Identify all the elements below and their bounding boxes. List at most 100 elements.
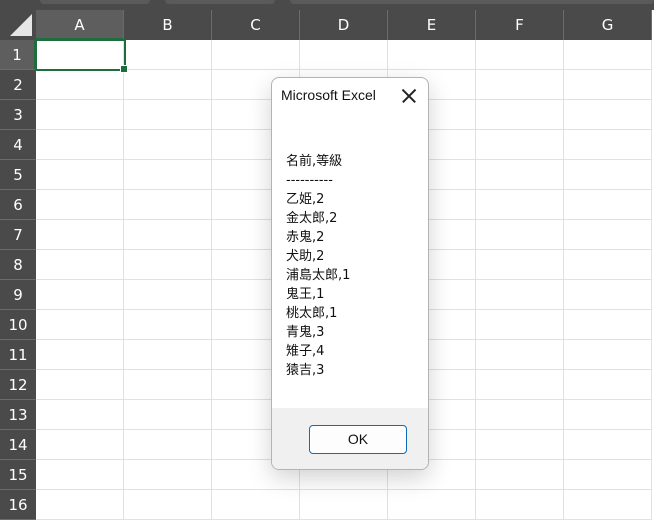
cell-f8[interactable] xyxy=(476,250,564,280)
cell-f1[interactable] xyxy=(476,40,564,70)
cell-b14[interactable] xyxy=(124,430,212,460)
row-header-3[interactable]: 3 xyxy=(0,100,36,130)
cell-f7[interactable] xyxy=(476,220,564,250)
select-all-button[interactable] xyxy=(0,10,36,40)
cell-b2[interactable] xyxy=(124,70,212,100)
cell-b12[interactable] xyxy=(124,370,212,400)
row-header-12[interactable]: 12 xyxy=(0,370,36,400)
cell-b6[interactable] xyxy=(124,190,212,220)
cell-g1[interactable] xyxy=(564,40,652,70)
cell-e16[interactable] xyxy=(388,490,476,520)
cell-a4[interactable] xyxy=(36,130,124,160)
cell-g8[interactable] xyxy=(564,250,652,280)
cell-g11[interactable] xyxy=(564,340,652,370)
cell-f11[interactable] xyxy=(476,340,564,370)
cell-f16[interactable] xyxy=(476,490,564,520)
cell-b15[interactable] xyxy=(124,460,212,490)
cell-a3[interactable] xyxy=(36,100,124,130)
row-header-4[interactable]: 4 xyxy=(0,130,36,160)
cell-f15[interactable] xyxy=(476,460,564,490)
cell-f9[interactable] xyxy=(476,280,564,310)
column-header-a[interactable]: A xyxy=(36,10,124,40)
message-line: 猿吉,3 xyxy=(286,363,325,378)
cell-b3[interactable] xyxy=(124,100,212,130)
cell-b9[interactable] xyxy=(124,280,212,310)
cell-f14[interactable] xyxy=(476,430,564,460)
cell-g6[interactable] xyxy=(564,190,652,220)
column-header-e[interactable]: E xyxy=(388,10,476,40)
cell-g9[interactable] xyxy=(564,280,652,310)
cell-g7[interactable] xyxy=(564,220,652,250)
cell-a8[interactable] xyxy=(36,250,124,280)
cell-g4[interactable] xyxy=(564,130,652,160)
cell-c1[interactable] xyxy=(212,40,300,70)
cell-b13[interactable] xyxy=(124,400,212,430)
cell-a12[interactable] xyxy=(36,370,124,400)
cell-b5[interactable] xyxy=(124,160,212,190)
cell-g13[interactable] xyxy=(564,400,652,430)
message-box: Microsoft Excel 名前,等級 ---------- 乙姫,2 金太郎,2… xyxy=(271,77,429,470)
cell-g14[interactable] xyxy=(564,430,652,460)
cell-b16[interactable] xyxy=(124,490,212,520)
cell-g10[interactable] xyxy=(564,310,652,340)
cell-a5[interactable] xyxy=(36,160,124,190)
cell-g12[interactable] xyxy=(564,370,652,400)
cell-a13[interactable] xyxy=(36,400,124,430)
row-header-2[interactable]: 2 xyxy=(0,70,36,100)
cell-a9[interactable] xyxy=(36,280,124,310)
column-header-f[interactable]: F xyxy=(476,10,564,40)
row-header-16[interactable]: 16 xyxy=(0,490,36,520)
row-header-9[interactable]: 9 xyxy=(0,280,36,310)
cell-f10[interactable] xyxy=(476,310,564,340)
dialog-titlebar[interactable]: Microsoft Excel xyxy=(272,78,428,114)
column-header-c[interactable]: C xyxy=(212,10,300,40)
cell-a10[interactable] xyxy=(36,310,124,340)
row-header-5[interactable]: 5 xyxy=(0,160,36,190)
cell-f2[interactable] xyxy=(476,70,564,100)
column-header-g[interactable]: G xyxy=(564,10,652,40)
cell-b11[interactable] xyxy=(124,340,212,370)
close-icon[interactable] xyxy=(398,85,420,107)
row-header-11[interactable]: 11 xyxy=(0,340,36,370)
cell-f12[interactable] xyxy=(476,370,564,400)
row-header-6[interactable]: 6 xyxy=(0,190,36,220)
row-header-8[interactable]: 8 xyxy=(0,250,36,280)
row-header-13[interactable]: 13 xyxy=(0,400,36,430)
cell-a16[interactable] xyxy=(36,490,124,520)
row-header-14[interactable]: 14 xyxy=(0,430,36,460)
cell-b1[interactable] xyxy=(124,40,212,70)
active-cell-a1[interactable] xyxy=(35,39,128,73)
column-header-b[interactable]: B xyxy=(124,10,212,40)
cell-b4[interactable] xyxy=(124,130,212,160)
cell-b8[interactable] xyxy=(124,250,212,280)
cell-g16[interactable] xyxy=(564,490,652,520)
row-header-15[interactable]: 15 xyxy=(0,460,36,490)
cell-c16[interactable] xyxy=(212,490,300,520)
cell-b7[interactable] xyxy=(124,220,212,250)
row-header-7[interactable]: 7 xyxy=(0,220,36,250)
cell-a2[interactable] xyxy=(36,70,124,100)
cell-b10[interactable] xyxy=(124,310,212,340)
cell-f6[interactable] xyxy=(476,190,564,220)
cell-g5[interactable] xyxy=(564,160,652,190)
cell-g3[interactable] xyxy=(564,100,652,130)
cell-d1[interactable] xyxy=(300,40,388,70)
cell-g2[interactable] xyxy=(564,70,652,100)
cell-f3[interactable] xyxy=(476,100,564,130)
column-header-d[interactable]: D xyxy=(300,10,388,40)
cell-g15[interactable] xyxy=(564,460,652,490)
fill-handle[interactable] xyxy=(120,65,128,73)
cell-a14[interactable] xyxy=(36,430,124,460)
row-header-10[interactable]: 10 xyxy=(0,310,36,340)
cell-a7[interactable] xyxy=(36,220,124,250)
cell-f13[interactable] xyxy=(476,400,564,430)
cell-f4[interactable] xyxy=(476,130,564,160)
cell-f5[interactable] xyxy=(476,160,564,190)
cell-a11[interactable] xyxy=(36,340,124,370)
cell-a6[interactable] xyxy=(36,190,124,220)
cell-e1[interactable] xyxy=(388,40,476,70)
ok-button[interactable]: OK xyxy=(309,425,407,454)
cell-d16[interactable] xyxy=(300,490,388,520)
cell-a15[interactable] xyxy=(36,460,124,490)
row-header-1[interactable]: 1 xyxy=(0,40,36,70)
